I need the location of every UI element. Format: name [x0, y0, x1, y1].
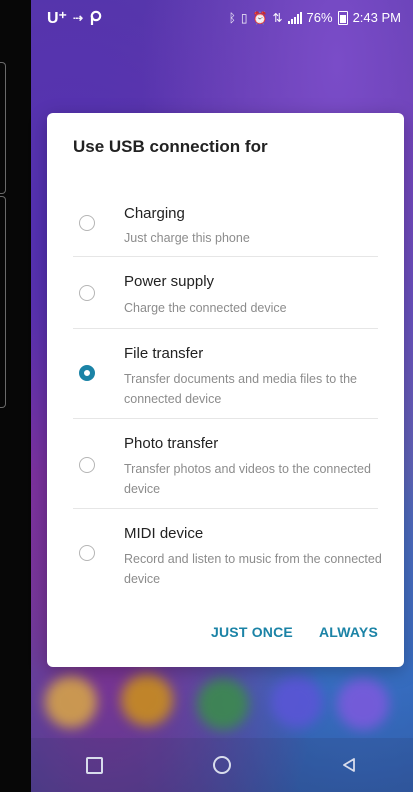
option-title: File transfer [124, 345, 204, 362]
back-icon [343, 758, 356, 772]
option-midi-device[interactable]: MIDI device Record and listen to music f… [47, 509, 404, 599]
navigation-bar [31, 738, 413, 792]
adjacent-screen-strip [0, 0, 31, 792]
option-charging[interactable]: Charging Just charge this phone [47, 197, 404, 257]
recent-apps-icon [86, 756, 104, 774]
usb-icon: ⇢ [73, 11, 84, 25]
option-title: Photo transfer [124, 435, 219, 452]
status-left: U⁺ ⇢ [47, 8, 103, 28]
radio-button-selected[interactable] [79, 365, 95, 381]
app-icon [197, 678, 249, 730]
home-button[interactable] [202, 745, 242, 785]
option-title: Power supply [124, 273, 215, 290]
status-right: ᛒ ▯ ⏰ ⇅ 76% 2:43 PM [229, 10, 401, 25]
option-description: Transfer photos and videos to the connec… [124, 462, 371, 496]
option-power-supply[interactable]: Power supply Charge the connected device [47, 257, 404, 329]
app-icon [271, 676, 323, 728]
option-description: Record and listen to music from the conn… [124, 552, 382, 586]
signal-icon [287, 11, 302, 24]
carrier-label: U⁺ [47, 10, 67, 27]
option-title: Charging [124, 205, 185, 222]
adjacent-screen-fragment [0, 196, 6, 408]
radio-button[interactable] [79, 215, 95, 231]
alarm-icon: ⏰ [252, 10, 268, 25]
radio-button[interactable] [79, 285, 95, 301]
radio-button[interactable] [79, 545, 95, 561]
recent-apps-button[interactable] [75, 745, 115, 785]
app-icon [337, 678, 389, 730]
always-button[interactable]: ALWAYS [319, 624, 378, 640]
status-bar: U⁺ ⇢ ᛒ ▯ ⏰ ⇅ 76% 2:43 PM [31, 0, 413, 36]
option-photo-transfer[interactable]: Photo transfer Transfer photos and video… [47, 419, 404, 509]
just-once-button[interactable]: JUST ONCE [211, 624, 293, 640]
p-notification-icon [90, 10, 102, 25]
app-icon [45, 676, 97, 728]
battery-icon [337, 10, 348, 25]
option-description: Charge the connected device [124, 301, 287, 315]
option-file-transfer[interactable]: File transfer Transfer documents and med… [47, 329, 404, 419]
dialog-title: Use USB connection for [73, 137, 268, 156]
network-icon: ⇅ [272, 10, 283, 25]
home-screen-apps-blurred [31, 668, 413, 738]
usb-connection-dialog: Use USB connection for Charging Just cha… [47, 113, 404, 667]
adjacent-screen-fragment [0, 62, 6, 194]
clock: 2:43 PM [352, 10, 401, 25]
dialog-actions: JUST ONCE ALWAYS [211, 624, 378, 640]
battery-percent: 76% [306, 10, 333, 25]
radio-button[interactable] [79, 457, 95, 473]
home-icon [212, 756, 231, 774]
vibrate-icon: ▯ [240, 10, 248, 25]
back-button[interactable] [329, 745, 369, 785]
bluetooth-icon: ᛒ [228, 10, 236, 25]
option-title: MIDI device [124, 525, 204, 542]
app-icon [121, 674, 173, 726]
option-description: Just charge this phone [124, 231, 250, 245]
option-description: Transfer documents and media files to th… [124, 372, 357, 406]
